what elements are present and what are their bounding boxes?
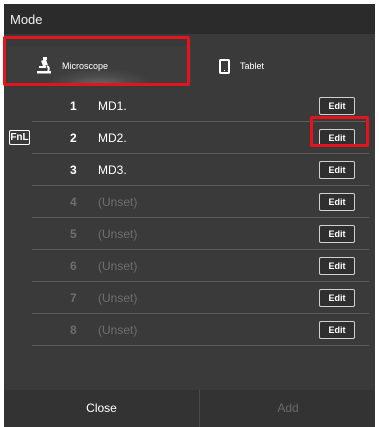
list-item: 6 (Unset) Edit xyxy=(4,250,375,282)
fnl-badge: FnL xyxy=(9,130,30,145)
close-button[interactable]: Close xyxy=(4,390,199,427)
edit-button[interactable]: Edit xyxy=(319,225,355,243)
title-bar: Mode xyxy=(4,4,375,34)
memory-number: 3 xyxy=(70,163,77,177)
tab-tablet[interactable]: Tablet xyxy=(215,46,325,86)
dialog-title: Mode xyxy=(10,12,43,27)
memory-number: 6 xyxy=(70,259,77,273)
list-item: 4 (Unset) Edit xyxy=(4,186,375,218)
edit-button[interactable]: Edit xyxy=(319,289,355,307)
memory-number: 1 xyxy=(70,99,77,113)
edit-button[interactable]: Edit xyxy=(319,321,355,339)
tab-highlight-box xyxy=(3,36,190,86)
edit-button[interactable]: Edit xyxy=(319,161,355,179)
memory-number: 8 xyxy=(70,323,77,337)
memory-name: (Unset) xyxy=(98,259,138,273)
memory-name: (Unset) xyxy=(98,323,138,337)
memory-name: (Unset) xyxy=(98,195,138,209)
memory-number: 5 xyxy=(70,227,77,241)
list-item: 5 (Unset) Edit xyxy=(4,218,375,250)
list-item: 7 (Unset) Edit xyxy=(4,282,375,314)
list-item: 3 MD3. Edit xyxy=(4,154,375,186)
edit-button[interactable]: Edit xyxy=(319,97,355,115)
memory-number: 2 xyxy=(70,131,77,145)
memory-name: (Unset) xyxy=(98,291,138,305)
memory-name: (Unset) xyxy=(98,227,138,241)
row-divider xyxy=(32,345,369,346)
footer-divider xyxy=(199,390,200,427)
tab-tablet-label: Tablet xyxy=(240,61,265,71)
edit-button[interactable]: Edit xyxy=(319,193,355,211)
edit-button[interactable]: Edit xyxy=(319,257,355,275)
memory-name: MD1. xyxy=(98,99,127,113)
edit-highlight-box xyxy=(310,116,369,147)
dialog-content: Microscope Tablet 1 MD1. Edit FnL 2 MD2.… xyxy=(4,34,375,390)
list-item: 8 (Unset) Edit xyxy=(4,314,375,346)
memory-name: MD3. xyxy=(98,163,127,177)
dialog-footer: Close Add xyxy=(4,390,375,427)
memory-name: MD2. xyxy=(98,131,127,145)
memory-number: 7 xyxy=(70,291,77,305)
add-button[interactable]: Add xyxy=(201,390,375,427)
memory-number: 4 xyxy=(70,195,77,209)
tablet-icon xyxy=(219,58,230,74)
